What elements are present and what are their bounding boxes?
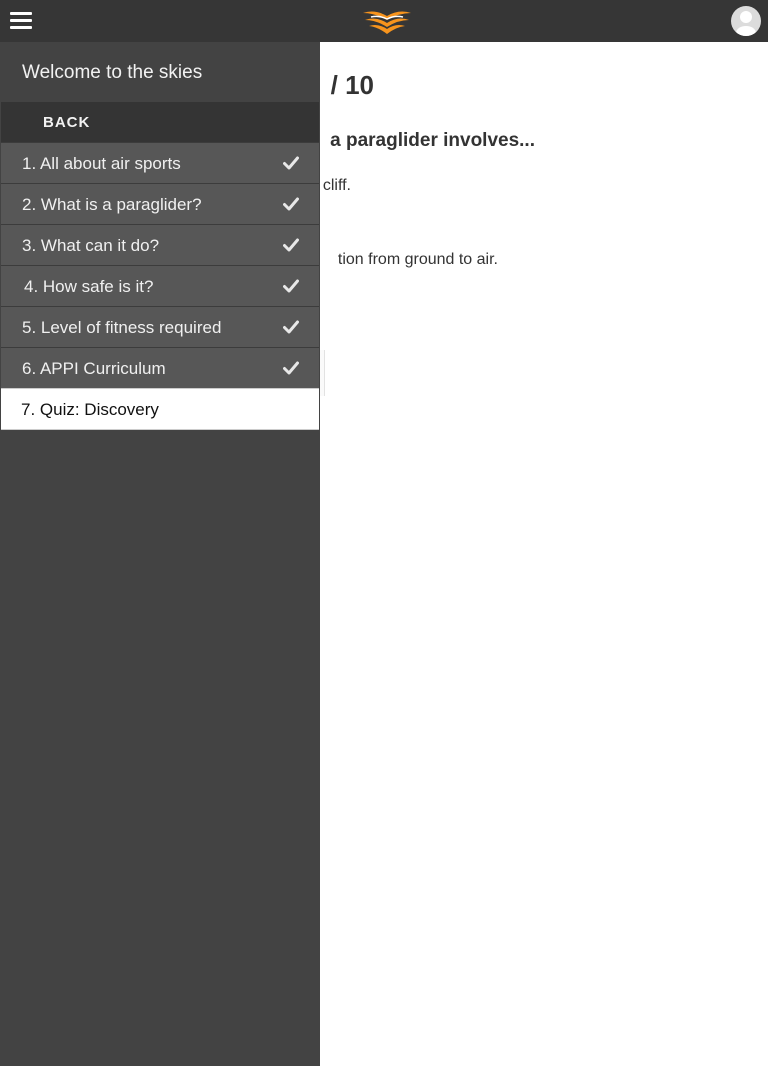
checkmark-icon bbox=[283, 156, 299, 170]
lesson-item-what-is-paraglider[interactable]: 2. What is a paraglider? bbox=[1, 183, 319, 224]
drawer-title-text: Welcome to the skies bbox=[22, 62, 203, 83]
lesson-list: 1. All about air sports 2. What is a par… bbox=[1, 142, 319, 430]
back-button[interactable]: BACK bbox=[1, 102, 319, 142]
checkmark-icon bbox=[283, 320, 299, 334]
lesson-item-appi-curriculum[interactable]: 6. APPI Curriculum bbox=[1, 347, 319, 388]
lesson-label: 3. What can it do? bbox=[22, 236, 160, 255]
back-label: BACK bbox=[43, 114, 91, 131]
lesson-label: 2. What is a paraglider? bbox=[22, 195, 202, 214]
user-avatar-icon[interactable] bbox=[731, 6, 761, 36]
checkmark-icon bbox=[283, 279, 299, 293]
hamburger-menu-icon[interactable] bbox=[10, 12, 32, 30]
lesson-item-how-safe[interactable]: 4. How safe is it? bbox=[1, 265, 319, 306]
checkmark-icon bbox=[283, 238, 299, 252]
lesson-label: 1. All about air sports bbox=[22, 154, 181, 173]
lesson-label: 5. Level of fitness required bbox=[22, 318, 222, 337]
lesson-label: 7. Quiz: Discovery bbox=[21, 400, 159, 419]
navigation-drawer: Welcome to the skies BACK 1. All about a… bbox=[0, 42, 320, 1066]
lesson-item-air-sports[interactable]: 1. All about air sports bbox=[1, 142, 319, 183]
checkmark-icon bbox=[283, 361, 299, 375]
drawer-title: Welcome to the skies bbox=[0, 42, 320, 102]
lesson-item-what-can-it-do[interactable]: 3. What can it do? bbox=[1, 224, 319, 265]
lesson-label: 6. APPI Curriculum bbox=[22, 359, 166, 378]
lesson-item-quiz-discovery[interactable]: 7. Quiz: Discovery bbox=[1, 388, 319, 430]
checkmark-icon bbox=[283, 197, 299, 211]
top-bar bbox=[0, 0, 768, 42]
lesson-label: 4. How safe is it? bbox=[24, 277, 154, 296]
wing-logo-icon[interactable] bbox=[361, 7, 413, 35]
lesson-item-fitness[interactable]: 5. Level of fitness required bbox=[1, 306, 319, 347]
